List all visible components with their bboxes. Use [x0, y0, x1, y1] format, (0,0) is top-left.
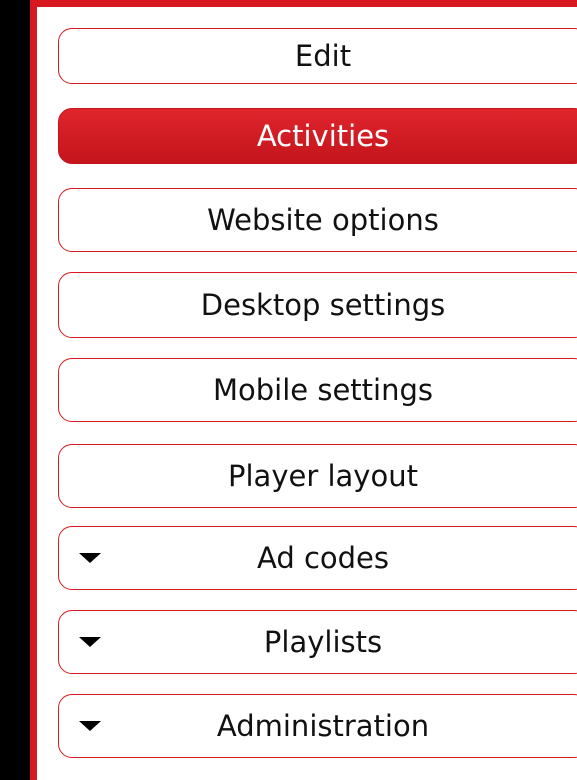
menu-item-label: Player layout	[228, 459, 418, 493]
caret-down-icon	[79, 637, 101, 647]
menu-item-edit[interactable]: Edit	[58, 28, 577, 84]
menu-item-label: Activities	[256, 119, 390, 153]
menu-item-administration[interactable]: Administration	[58, 694, 577, 758]
menu-item-mobile-settings[interactable]: Mobile settings	[58, 358, 577, 422]
menu-item-playlists[interactable]: Playlists	[58, 610, 577, 674]
menu-item-ad-codes[interactable]: Ad codes	[58, 526, 577, 590]
menu-item-player-layout[interactable]: Player layout	[58, 444, 577, 508]
menu-item-activities[interactable]: Activities	[58, 108, 577, 164]
menu-item-label: Desktop settings	[200, 288, 446, 322]
caret-down-icon	[79, 553, 101, 563]
menu-item-label: Website options	[207, 203, 439, 237]
menu-item-label: Playlists	[263, 625, 383, 659]
menu-item-label: Mobile settings	[213, 373, 433, 407]
menu-item-label: Administration	[216, 709, 430, 743]
menu-item-desktop-settings[interactable]: Desktop settings	[58, 272, 577, 338]
menu-item-website-options[interactable]: Website options	[58, 188, 577, 252]
side-menu: Edit Activities Website options Desktop …	[58, 28, 577, 758]
menu-item-label: Ad codes	[256, 541, 389, 575]
caret-down-icon	[79, 721, 101, 731]
menu-item-label: Edit	[294, 39, 352, 73]
